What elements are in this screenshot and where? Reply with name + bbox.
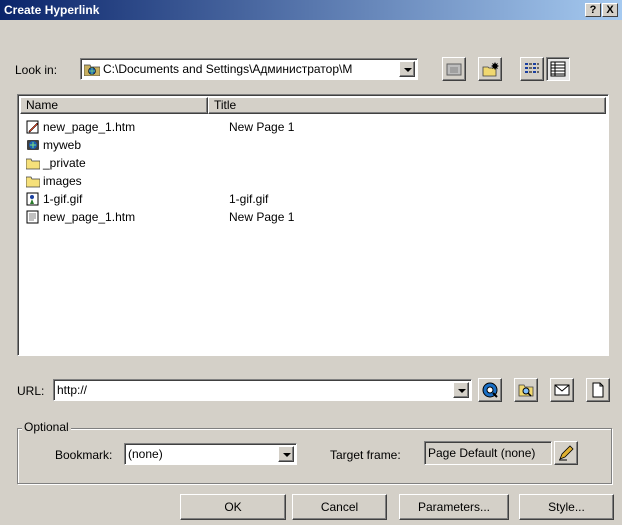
url-value: http:// — [57, 383, 88, 397]
target-frame-button[interactable] — [554, 441, 578, 465]
parameters-button[interactable]: Parameters... — [399, 494, 509, 520]
url-dropdown-arrow[interactable] — [453, 382, 469, 398]
new-page-button[interactable] — [586, 378, 610, 402]
column-title-label: Title — [214, 98, 237, 112]
web-folder-icon — [26, 138, 40, 152]
cancel-button[interactable]: Cancel — [292, 494, 387, 520]
file-name: myweb — [43, 138, 82, 152]
style-button[interactable]: Style... — [519, 494, 614, 520]
close-glyph: X — [606, 4, 614, 16]
web-folder-icon — [83, 62, 101, 77]
file-name: _private — [43, 156, 86, 170]
list-item[interactable]: images — [23, 172, 583, 190]
optional-legend: Optional — [22, 420, 71, 434]
cancel-button-label: Cancel — [320, 500, 359, 514]
target-frame-label: Target frame: — [330, 448, 401, 462]
list-item[interactable]: new_page_1.htm New Page 1 — [23, 118, 583, 136]
column-header-name[interactable]: Name — [20, 97, 208, 114]
folder-up-icon — [446, 61, 462, 80]
folder-up-button[interactable] — [442, 57, 466, 81]
list-item[interactable]: myweb — [23, 136, 583, 154]
new-page-icon — [590, 382, 606, 401]
file-name: new_page_1.htm — [43, 210, 136, 224]
pencil-icon — [558, 445, 574, 464]
folder-icon — [25, 156, 41, 170]
list-view-button[interactable] — [520, 57, 544, 81]
browse-web-button[interactable] — [478, 378, 502, 402]
email-icon — [554, 382, 570, 401]
file-title: New Page 1 — [229, 210, 295, 224]
parameters-button-label: Parameters... — [417, 500, 491, 514]
ok-button[interactable]: OK — [180, 494, 286, 520]
gif-file-icon — [26, 192, 40, 206]
bookmark-dropdown-arrow[interactable] — [278, 446, 294, 462]
file-name: new_page_1.htm — [43, 120, 136, 134]
list-item[interactable]: 1-gif.gif 1-gif.gif — [23, 190, 583, 208]
browse-file-icon — [518, 382, 534, 401]
bookmark-select[interactable]: (none) — [124, 443, 297, 465]
url-label: URL: — [17, 384, 44, 398]
file-name: images — [43, 174, 82, 188]
create-hyperlink-dialog: Create Hyperlink ? X Look in: C:\Documen… — [0, 0, 622, 525]
column-name-label: Name — [26, 98, 59, 112]
help-glyph: ? — [589, 4, 597, 16]
bookmark-label: Bookmark: — [55, 448, 113, 462]
look-in-dropdown-arrow[interactable] — [399, 61, 415, 77]
folder-icon — [25, 174, 41, 188]
details-view-button[interactable] — [546, 57, 570, 81]
list-view-icon — [524, 61, 540, 80]
help-button[interactable]: ? — [585, 3, 601, 17]
look-in-combo[interactable]: C:\Documents and Settings\Администратор\… — [80, 58, 418, 80]
new-folder-icon — [482, 61, 500, 80]
file-title: New Page 1 — [229, 120, 295, 134]
details-view-icon — [550, 61, 566, 80]
column-header-title[interactable]: Title — [208, 97, 606, 114]
style-button-label: Style... — [548, 500, 585, 514]
list-item[interactable]: new_page_1.htm New Page 1 — [23, 208, 583, 226]
close-button[interactable]: X — [602, 3, 618, 17]
text-file-icon — [26, 210, 40, 224]
url-input[interactable]: http:// — [53, 379, 472, 401]
title-bar: Create Hyperlink — [0, 0, 622, 20]
list-item[interactable]: _private — [23, 154, 583, 172]
target-frame-field: Page Default (none) — [424, 441, 552, 465]
file-list[interactable]: Name Title new_page_1.htm New Page 1 myw… — [17, 94, 609, 356]
bookmark-value: (none) — [128, 447, 163, 461]
browse-file-button[interactable] — [514, 378, 538, 402]
look-in-path: C:\Documents and Settings\Администратор\… — [103, 62, 353, 76]
target-frame-value: Page Default (none) — [428, 446, 536, 460]
window-title: Create Hyperlink — [4, 3, 100, 17]
html-file-icon — [26, 120, 40, 134]
url-label-text: URL: — [17, 384, 45, 398]
file-title: 1-gif.gif — [229, 192, 269, 206]
file-name: 1-gif.gif — [43, 192, 83, 206]
ok-button-label: OK — [224, 500, 242, 514]
email-button[interactable] — [550, 378, 574, 402]
browse-web-icon — [482, 382, 498, 401]
new-folder-button[interactable] — [478, 57, 502, 81]
look-in-label: Look in: — [15, 63, 58, 77]
